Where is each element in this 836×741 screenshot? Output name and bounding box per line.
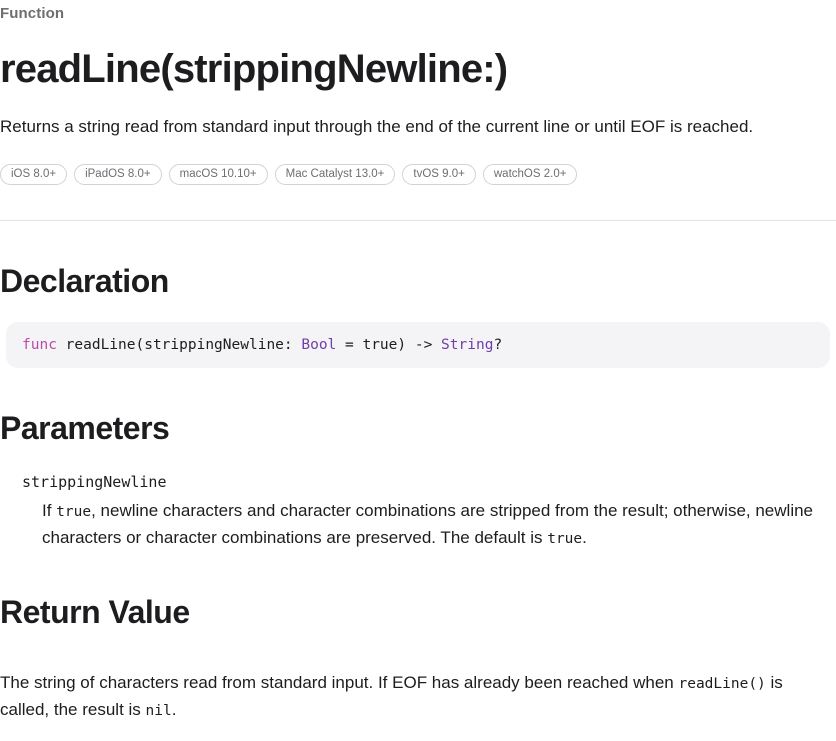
code-token-signature-start: readLine(strippingNewline: [65, 337, 302, 353]
code-token-middle: = true) -> [336, 337, 442, 353]
return-desc-part1: The string of characters read from stand… [0, 673, 679, 692]
parameter-list: strippingNewline If true, newline charac… [0, 447, 836, 552]
declaration-section: Declaration func readLine(strippingNewli… [0, 221, 836, 368]
parameter-inline-code-true-1: true [56, 504, 92, 520]
code-token-keyword-func: func [22, 337, 57, 353]
documentation-page: Function readLine(strippingNewline:) Ret… [0, 0, 836, 724]
parameter-inline-code-true-2: true [547, 531, 583, 547]
declaration-code-line: func readLine(strippingNewline: Bool = t… [22, 335, 814, 355]
parameter-desc-part3: . [582, 528, 587, 547]
code-token-optional-marker: ? [493, 337, 503, 353]
declaration-code-block[interactable]: func readLine(strippingNewline: Bool = t… [6, 322, 830, 368]
availability-pill-ipados[interactable]: iPadOS 8.0+ [74, 164, 162, 185]
parameter-item: strippingNewline If true, newline charac… [0, 471, 836, 552]
parameter-name: strippingNewline [22, 473, 167, 491]
return-desc-part3: . [171, 700, 177, 719]
return-inline-code-nil: nil [145, 703, 172, 719]
availability-pill-tvos[interactable]: tvOS 9.0+ [402, 164, 476, 185]
availability-pill-watchos[interactable]: watchOS 2.0+ [482, 164, 578, 185]
return-value-section: Return Value The string of characters re… [0, 552, 836, 724]
return-inline-code-readline: readLine() [678, 676, 766, 692]
parameter-description: If true, newline characters and characte… [0, 493, 836, 552]
abstract-text: Returns a string read from standard inpu… [0, 117, 754, 136]
code-token-type-bool[interactable]: Bool [301, 337, 336, 353]
symbol-kind-eyebrow: Function [0, 5, 65, 22]
return-value-heading: Return Value [0, 594, 190, 630]
page-header: Function readLine(strippingNewline:) Ret… [0, 0, 836, 139]
declaration-heading: Declaration [0, 263, 169, 299]
section-divider-wrap [0, 185, 836, 221]
parameters-heading: Parameters [0, 410, 170, 446]
availability-list: iOS 8.0+ iPadOS 8.0+ macOS 10.10+ Mac Ca… [0, 139, 836, 185]
availability-pill-macos[interactable]: macOS 10.10+ [168, 164, 268, 185]
page-title: readLine(strippingNewline:) [0, 47, 508, 91]
code-token-type-string[interactable]: String [441, 337, 493, 353]
parameters-section: Parameters strippingNewline If true, new… [0, 368, 836, 552]
return-value-description: The string of characters read from stand… [0, 648, 836, 724]
parameter-desc-part1: If [42, 501, 57, 520]
availability-pill-ios[interactable]: iOS 8.0+ [0, 164, 68, 185]
parameter-desc-part2: , newline characters and character combi… [42, 501, 814, 547]
availability-pill-mac-catalyst[interactable]: Mac Catalyst 13.0+ [274, 164, 396, 185]
